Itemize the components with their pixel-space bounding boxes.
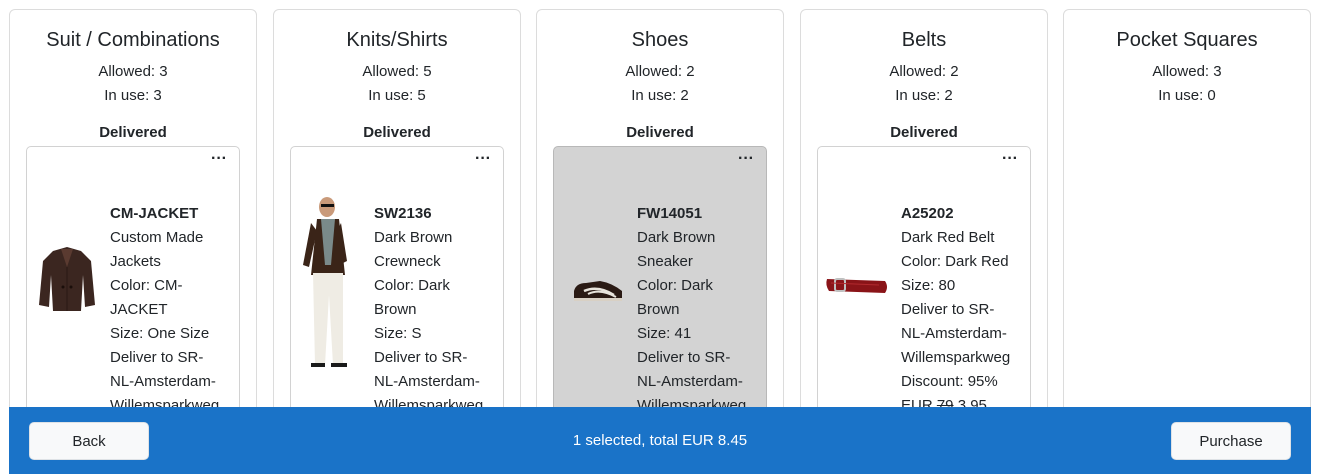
column-title: Suit / Combinations <box>46 29 220 51</box>
product-detail-line: Dark Red Belt <box>901 229 995 246</box>
product-sku: SW2136 <box>374 205 432 222</box>
product-detail-line: NL-Amsterdam- <box>901 325 1007 342</box>
product-detail-line: Size: 41 <box>637 325 692 342</box>
status-heading: Delivered <box>99 124 167 141</box>
product-detail-line: Deliver to SR- <box>110 349 204 366</box>
column-title: Belts <box>901 29 947 51</box>
column-shoes: Shoes Allowed: 2 In use: 2 Delivered ···… <box>536 9 784 439</box>
column-belts: Belts Allowed: 2 In use: 2 Delivered ···… <box>800 9 1048 439</box>
product-detail-line: Willemsparkweg <box>901 349 1011 366</box>
product-detail-line: Brown <box>637 301 680 318</box>
product-detail-line: Color: Dark <box>374 277 450 294</box>
product-detail-line: Custom Made <box>110 229 204 246</box>
product-detail-line: Deliver to SR- <box>374 349 468 366</box>
sneaker-image <box>574 281 622 301</box>
allowed-count: Allowed: 5 <box>362 63 432 80</box>
product-info: FW14051 Dark Brown Sneaker Color: Dark B… <box>637 202 765 418</box>
allowed-count: Allowed: 3 <box>98 63 168 80</box>
product-info: CM-JACKET Custom Made Jackets Color: CM-… <box>110 202 238 418</box>
product-detail-line: Size: S <box>374 325 422 342</box>
product-card-a25202[interactable]: ··· A25202 Dark Red Belt Color: Dark Red… <box>817 146 1031 438</box>
in-use-count: In use: 0 <box>1158 87 1216 104</box>
jacket-image <box>39 247 95 311</box>
more-options-icon[interactable]: ··· <box>211 151 227 167</box>
product-detail-line: Color: Dark <box>637 277 713 294</box>
column-title: Knits/Shirts <box>346 29 448 51</box>
belt-image <box>826 278 887 293</box>
product-detail-line: Sneaker <box>637 253 693 270</box>
allowed-count: Allowed: 3 <box>1152 63 1222 80</box>
in-use-count: In use: 2 <box>631 87 689 104</box>
product-detail-line: Jackets <box>110 253 161 270</box>
product-detail-line: Color: Dark Red <box>901 253 1009 270</box>
more-options-icon[interactable]: ··· <box>475 151 491 167</box>
product-card-fw14051[interactable]: ··· FW14051 Dark Brown Sneaker Color: Da… <box>553 146 767 438</box>
in-use-count: In use: 5 <box>368 87 426 104</box>
product-detail-line: Discount: 95% <box>901 373 998 390</box>
product-detail-line: Crewneck <box>374 253 441 270</box>
product-detail-line: NL-Amsterdam- <box>637 373 743 390</box>
product-sku: CM-JACKET <box>110 205 199 222</box>
allowed-count: Allowed: 2 <box>625 63 695 80</box>
product-detail-line: Color: CM- <box>110 277 183 294</box>
purchase-button[interactable]: Purchase <box>1171 422 1291 460</box>
more-options-icon[interactable]: ··· <box>738 151 754 167</box>
product-info: A25202 Dark Red Belt Color: Dark Red Siz… <box>901 202 1029 418</box>
product-detail-line: Dark Brown <box>374 229 453 246</box>
product-detail-line: Size: One Size <box>110 325 210 342</box>
in-use-count: In use: 3 <box>104 87 162 104</box>
column-title: Shoes <box>631 29 689 51</box>
column-knits-shirts: Knits/Shirts Allowed: 5 In use: 5 Delive… <box>273 9 521 439</box>
product-detail-line: JACKET <box>110 301 168 318</box>
product-detail-line: Deliver to SR- <box>637 349 731 366</box>
product-info: SW2136 Dark Brown Crewneck Color: Dark B… <box>374 202 502 418</box>
footer-bar: Back 1 selected, total EUR 8.45 Purchase <box>9 407 1311 474</box>
product-sku: A25202 <box>901 205 954 222</box>
product-detail-line: Size: 80 <box>901 277 956 294</box>
in-use-count: In use: 2 <box>895 87 953 104</box>
product-detail-line: Brown <box>374 301 417 318</box>
status-heading: Delivered <box>890 124 958 141</box>
product-detail-line: Dark Brown <box>637 229 716 246</box>
product-card-sw2136[interactable]: ··· SW2136 Dark Brown Crewneck Color: Da… <box>290 146 504 438</box>
column-title: Pocket Squares <box>1116 29 1258 51</box>
selection-summary: 1 selected, total EUR 8.45 <box>572 432 748 449</box>
column-suit-combinations: Suit / Combinations Allowed: 3 In use: 3… <box>9 9 257 439</box>
more-options-icon[interactable]: ··· <box>1002 151 1018 167</box>
status-heading: Delivered <box>626 124 694 141</box>
column-pocket-squares: Pocket Squares Allowed: 3 In use: 0 <box>1063 9 1311 439</box>
product-detail-line: NL-Amsterdam- <box>374 373 480 390</box>
status-heading: Delivered <box>363 124 431 141</box>
product-card-cm-jacket[interactable]: ··· CM-JACKET Custom Made Jackets Color:… <box>26 146 240 438</box>
product-detail-line: Deliver to SR- <box>901 301 995 318</box>
product-sku: FW14051 <box>637 205 703 222</box>
model-image <box>303 197 347 367</box>
product-detail-line: NL-Amsterdam- <box>110 373 216 390</box>
allowed-count: Allowed: 2 <box>889 63 959 80</box>
